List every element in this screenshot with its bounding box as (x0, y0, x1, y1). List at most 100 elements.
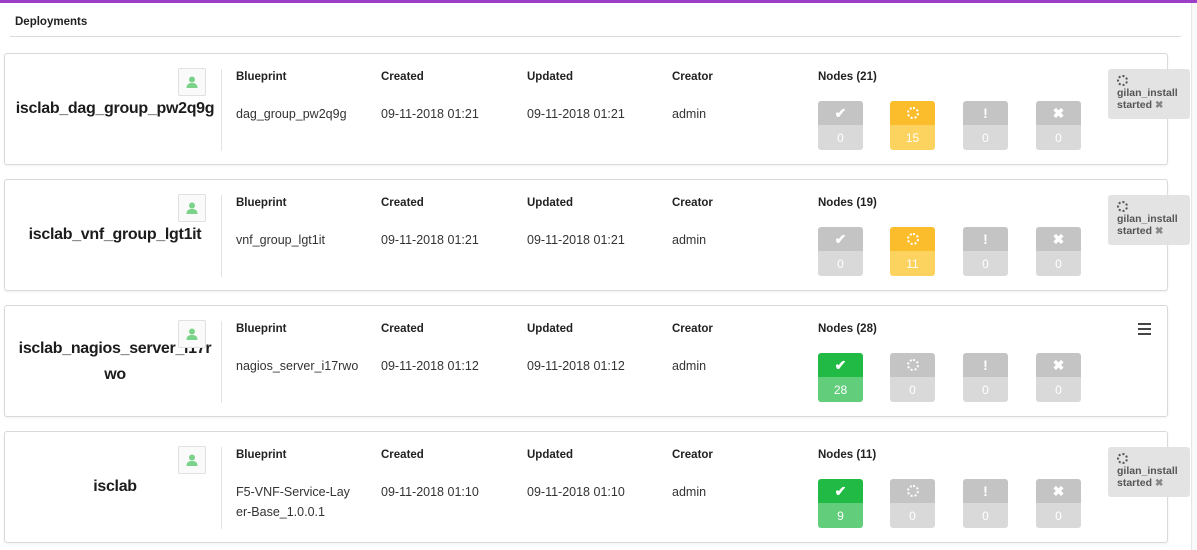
nodes-started-button[interactable]: ✔ 0 (818, 101, 863, 150)
spinner-icon (890, 479, 935, 503)
nodes-header: Nodes (11) (818, 449, 877, 461)
updated-value: 09-11-2018 01:21 (527, 233, 625, 247)
hamburger-menu-icon[interactable] (1138, 323, 1151, 335)
spinner-icon (890, 227, 935, 251)
creator-header: Creator (672, 71, 713, 83)
execution-status-badge[interactable]: gilan_install started ✖ (1108, 447, 1190, 497)
card-divider (221, 321, 222, 403)
nodes-failed-button[interactable]: ✖ 0 (1036, 353, 1081, 402)
nodes-started-count: 9 (818, 503, 863, 528)
nodes-warning-count: 0 (963, 251, 1008, 276)
x-icon: ✖ (1036, 353, 1081, 377)
nodes-started-count: 0 (818, 125, 863, 150)
creator-value: admin (672, 485, 707, 499)
scrollbar[interactable] (1191, 3, 1197, 550)
nodes-failed-count: 0 (1036, 377, 1081, 402)
nodes-started-count: 28 (818, 377, 863, 402)
blueprint-value[interactable]: F5-VNF-Service-Layer-Base_1.0.0.1 (236, 482, 356, 522)
nodes-warning-button[interactable]: ! 0 (963, 353, 1008, 402)
updated-value: 09-11-2018 01:10 (527, 485, 625, 499)
nodes-header: Nodes (28) (818, 323, 877, 335)
spinner-icon (1117, 75, 1128, 86)
card-divider (221, 447, 222, 529)
creator-header: Creator (672, 449, 713, 461)
spinner-icon (890, 353, 935, 377)
nodes-warning-button[interactable]: ! 0 (963, 479, 1008, 528)
deployment-card[interactable]: isclab Blueprint F5-VNF-Service-Layer-Ba… (4, 431, 1190, 543)
nodes-warning-button[interactable]: ! 0 (963, 101, 1008, 150)
creator-value: admin (672, 107, 707, 121)
exclamation-icon: ! (963, 479, 1008, 503)
x-icon: ✖ (1036, 479, 1081, 503)
created-header: Created (381, 449, 424, 461)
blueprint-header: Blueprint (236, 323, 287, 335)
created-value: 09-11-2018 01:21 (381, 233, 479, 247)
checkmark-icon: ✔ (818, 101, 863, 125)
card-divider (221, 195, 222, 277)
updated-header: Updated (527, 71, 573, 83)
updated-value: 09-11-2018 01:21 (527, 107, 625, 121)
nodes-in-progress-count: 11 (890, 251, 935, 276)
execution-status: started (1117, 99, 1153, 111)
nodes-in-progress-button[interactable]: 0 (890, 353, 935, 402)
created-value: 09-11-2018 01:10 (381, 485, 479, 499)
nodes-in-progress-count: 0 (890, 503, 935, 528)
card-divider (221, 69, 222, 151)
user-avatar-icon (178, 446, 206, 474)
deployment-name[interactable]: isclab_dag_group_pw2q9g (15, 96, 215, 122)
nodes-started-button[interactable]: ✔ 9 (818, 479, 863, 528)
deployment-card[interactable]: isclab_nagios_server_i17rwo Blueprint na… (4, 305, 1168, 417)
blueprint-value[interactable]: dag_group_pw2q9g (236, 104, 376, 124)
execution-status-badge[interactable]: gilan_install started ✖ (1108, 69, 1190, 119)
nodes-warning-count: 0 (963, 503, 1008, 528)
checkmark-icon: ✔ (818, 353, 863, 377)
top-accent-bar (0, 0, 1197, 3)
x-icon: ✖ (1036, 101, 1081, 125)
deployment-card[interactable]: isclab_dag_group_pw2q9g Blueprint dag_gr… (4, 53, 1190, 165)
execution-workflow: gilan_install (1117, 87, 1178, 99)
nodes-in-progress-button[interactable]: 15 (890, 101, 935, 150)
nodes-header: Nodes (19) (818, 197, 877, 209)
nodes-header: Nodes (21) (818, 71, 877, 83)
nodes-failed-button[interactable]: ✖ 0 (1036, 227, 1081, 276)
close-icon[interactable]: ✖ (1155, 226, 1163, 237)
execution-status: started (1117, 477, 1153, 489)
blueprint-value[interactable]: vnf_group_lgt1it (236, 230, 376, 250)
nodes-failed-count: 0 (1036, 503, 1081, 528)
close-icon[interactable]: ✖ (1155, 100, 1163, 111)
created-value: 09-11-2018 01:12 (381, 359, 479, 373)
creator-header: Creator (672, 197, 713, 209)
nodes-failed-button[interactable]: ✖ 0 (1036, 479, 1081, 528)
nodes-started-button[interactable]: ✔ 28 (818, 353, 863, 402)
nodes-failed-count: 0 (1036, 251, 1081, 276)
nodes-in-progress-count: 15 (890, 125, 935, 150)
user-avatar-icon (178, 194, 206, 222)
spinner-icon (1117, 453, 1128, 464)
creator-value: admin (672, 359, 707, 373)
deployment-card[interactable]: isclab_vnf_group_lgt1it Blueprint vnf_gr… (4, 179, 1190, 291)
nodes-in-progress-button[interactable]: 11 (890, 227, 935, 276)
created-header: Created (381, 323, 424, 335)
deployment-name[interactable]: isclab_vnf_group_lgt1it (15, 222, 215, 248)
updated-header: Updated (527, 197, 573, 209)
close-icon[interactable]: ✖ (1155, 478, 1163, 489)
nodes-started-button[interactable]: ✔ 0 (818, 227, 863, 276)
nodes-failed-button[interactable]: ✖ 0 (1036, 101, 1081, 150)
nodes-failed-count: 0 (1036, 125, 1081, 150)
deployment-name[interactable]: isclab (15, 474, 215, 500)
nodes-in-progress-button[interactable]: 0 (890, 479, 935, 528)
execution-status: started (1117, 225, 1153, 237)
blueprint-value[interactable]: nagios_server_i17rwo (236, 356, 376, 376)
checkmark-icon: ✔ (818, 479, 863, 503)
exclamation-icon: ! (963, 101, 1008, 125)
creator-header: Creator (672, 323, 713, 335)
blueprint-header: Blueprint (236, 449, 287, 461)
nodes-warning-count: 0 (963, 377, 1008, 402)
user-avatar-icon (178, 68, 206, 96)
execution-status-badge[interactable]: gilan_install started ✖ (1108, 195, 1190, 245)
section-divider (10, 36, 1181, 37)
nodes-warning-button[interactable]: ! 0 (963, 227, 1008, 276)
creator-value: admin (672, 233, 707, 247)
exclamation-icon: ! (963, 227, 1008, 251)
execution-workflow: gilan_install (1117, 465, 1178, 477)
